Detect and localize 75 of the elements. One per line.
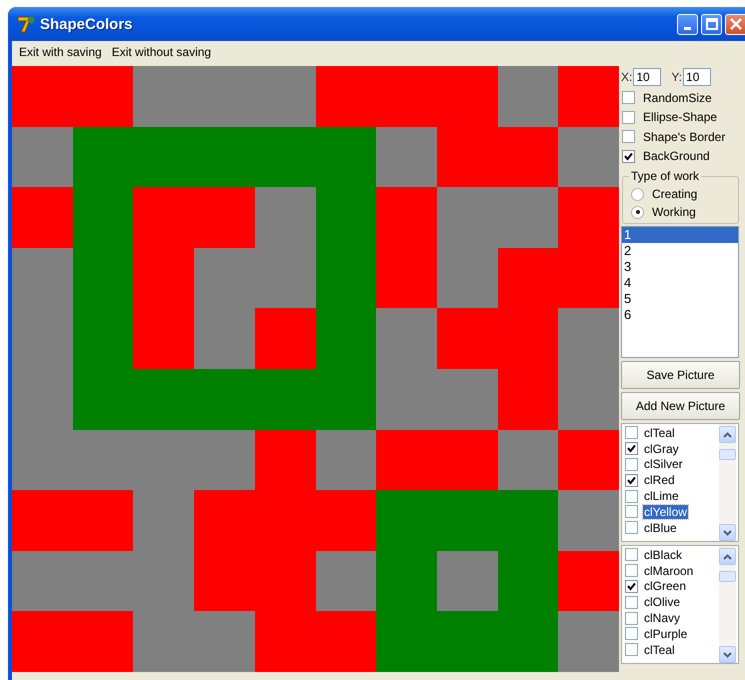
list-item[interactable]: clTeal xyxy=(643,426,676,440)
scroll-up-button[interactable] xyxy=(719,548,736,565)
list-item[interactable]: clGreen xyxy=(643,579,688,594)
close-button[interactable] xyxy=(725,14,745,34)
radio-label: Creating xyxy=(652,187,698,201)
list-item[interactable]: 1 xyxy=(622,227,738,243)
checkbox[interactable] xyxy=(625,505,638,518)
x-label: X: xyxy=(621,70,632,84)
checkbox[interactable] xyxy=(622,150,635,163)
checkbox[interactable] xyxy=(625,612,638,625)
checkbox[interactable] xyxy=(625,627,638,640)
radio-label: Working xyxy=(652,205,696,219)
check-icon xyxy=(627,582,636,591)
push-button[interactable]: Add New Picture xyxy=(621,392,740,420)
checkbox-label: RandomSize xyxy=(643,90,712,105)
x-field[interactable]: 10 xyxy=(633,68,662,86)
check-icon xyxy=(627,476,636,485)
list-item[interactable]: clRed xyxy=(643,473,676,488)
scroll-down-button[interactable] xyxy=(719,646,736,663)
group-title: Type of work xyxy=(629,169,702,183)
checkbox-label: Ellipse-Shape xyxy=(643,110,718,124)
minimize-button[interactable] xyxy=(677,14,698,34)
list-item[interactable]: clGray xyxy=(643,442,680,456)
check-icon xyxy=(627,444,636,454)
check-icon xyxy=(624,152,633,161)
window-title: ShapeColors xyxy=(40,16,133,32)
list-item[interactable]: 2 xyxy=(622,243,738,259)
radio-button[interactable] xyxy=(631,206,644,218)
checkbox-label: BackGround xyxy=(643,149,710,164)
checkbox[interactable] xyxy=(625,548,638,562)
close-icon xyxy=(730,18,742,30)
list-item[interactable]: clOlive xyxy=(643,595,682,610)
checkbox[interactable] xyxy=(625,426,638,440)
checkbox[interactable] xyxy=(622,130,635,144)
scroll-thumb[interactable] xyxy=(719,449,736,460)
list-item[interactable]: clBlue xyxy=(643,520,678,535)
push-button[interactable]: Save Picture xyxy=(621,361,740,389)
scrollbar[interactable] xyxy=(719,546,736,663)
list-item[interactable]: clMaroon xyxy=(643,564,694,578)
list-item[interactable]: clLime xyxy=(643,489,680,504)
checkbox[interactable] xyxy=(625,643,638,656)
scrollbar[interactable] xyxy=(719,424,736,541)
scroll-down-button[interactable] xyxy=(719,524,736,541)
checkbox[interactable] xyxy=(625,521,638,534)
list-item[interactable]: clTeal xyxy=(643,642,676,657)
scroll-up-button[interactable] xyxy=(719,426,736,443)
checkbox[interactable] xyxy=(625,580,638,593)
list-item[interactable]: clYellow xyxy=(643,504,688,519)
menu-item[interactable]: Exit without saving xyxy=(108,44,216,60)
checkbox-label: Shape's Border xyxy=(643,130,726,144)
checkbox[interactable] xyxy=(625,490,638,503)
maximize-button[interactable] xyxy=(701,14,722,34)
minimize-icon xyxy=(684,26,691,30)
checkbox[interactable] xyxy=(625,564,638,578)
checkbox[interactable] xyxy=(622,91,635,104)
checkbox[interactable] xyxy=(625,442,638,456)
list-item[interactable]: 5 xyxy=(622,291,738,307)
y-label: Y: xyxy=(671,70,682,84)
app-icon xyxy=(16,14,36,34)
list-item[interactable]: 4 xyxy=(622,275,738,291)
list-item[interactable]: 6 xyxy=(622,307,738,323)
checkbox[interactable] xyxy=(625,458,638,471)
menu-item[interactable]: Exit with saving xyxy=(15,44,106,60)
maximize-icon xyxy=(706,18,718,30)
list-item[interactable]: clSilver xyxy=(643,457,684,472)
list-item[interactable]: clPurple xyxy=(643,626,688,641)
checkbox[interactable] xyxy=(625,596,638,609)
list-item[interactable]: clNavy xyxy=(643,611,682,626)
list-item[interactable]: clBlack xyxy=(643,548,684,562)
scroll-thumb[interactable] xyxy=(719,571,736,582)
checkbox[interactable] xyxy=(625,474,638,487)
checkbox[interactable] xyxy=(622,110,635,124)
y-field[interactable]: 10 xyxy=(683,68,712,86)
list-item[interactable]: 3 xyxy=(622,259,738,275)
radio-button[interactable] xyxy=(631,188,644,200)
